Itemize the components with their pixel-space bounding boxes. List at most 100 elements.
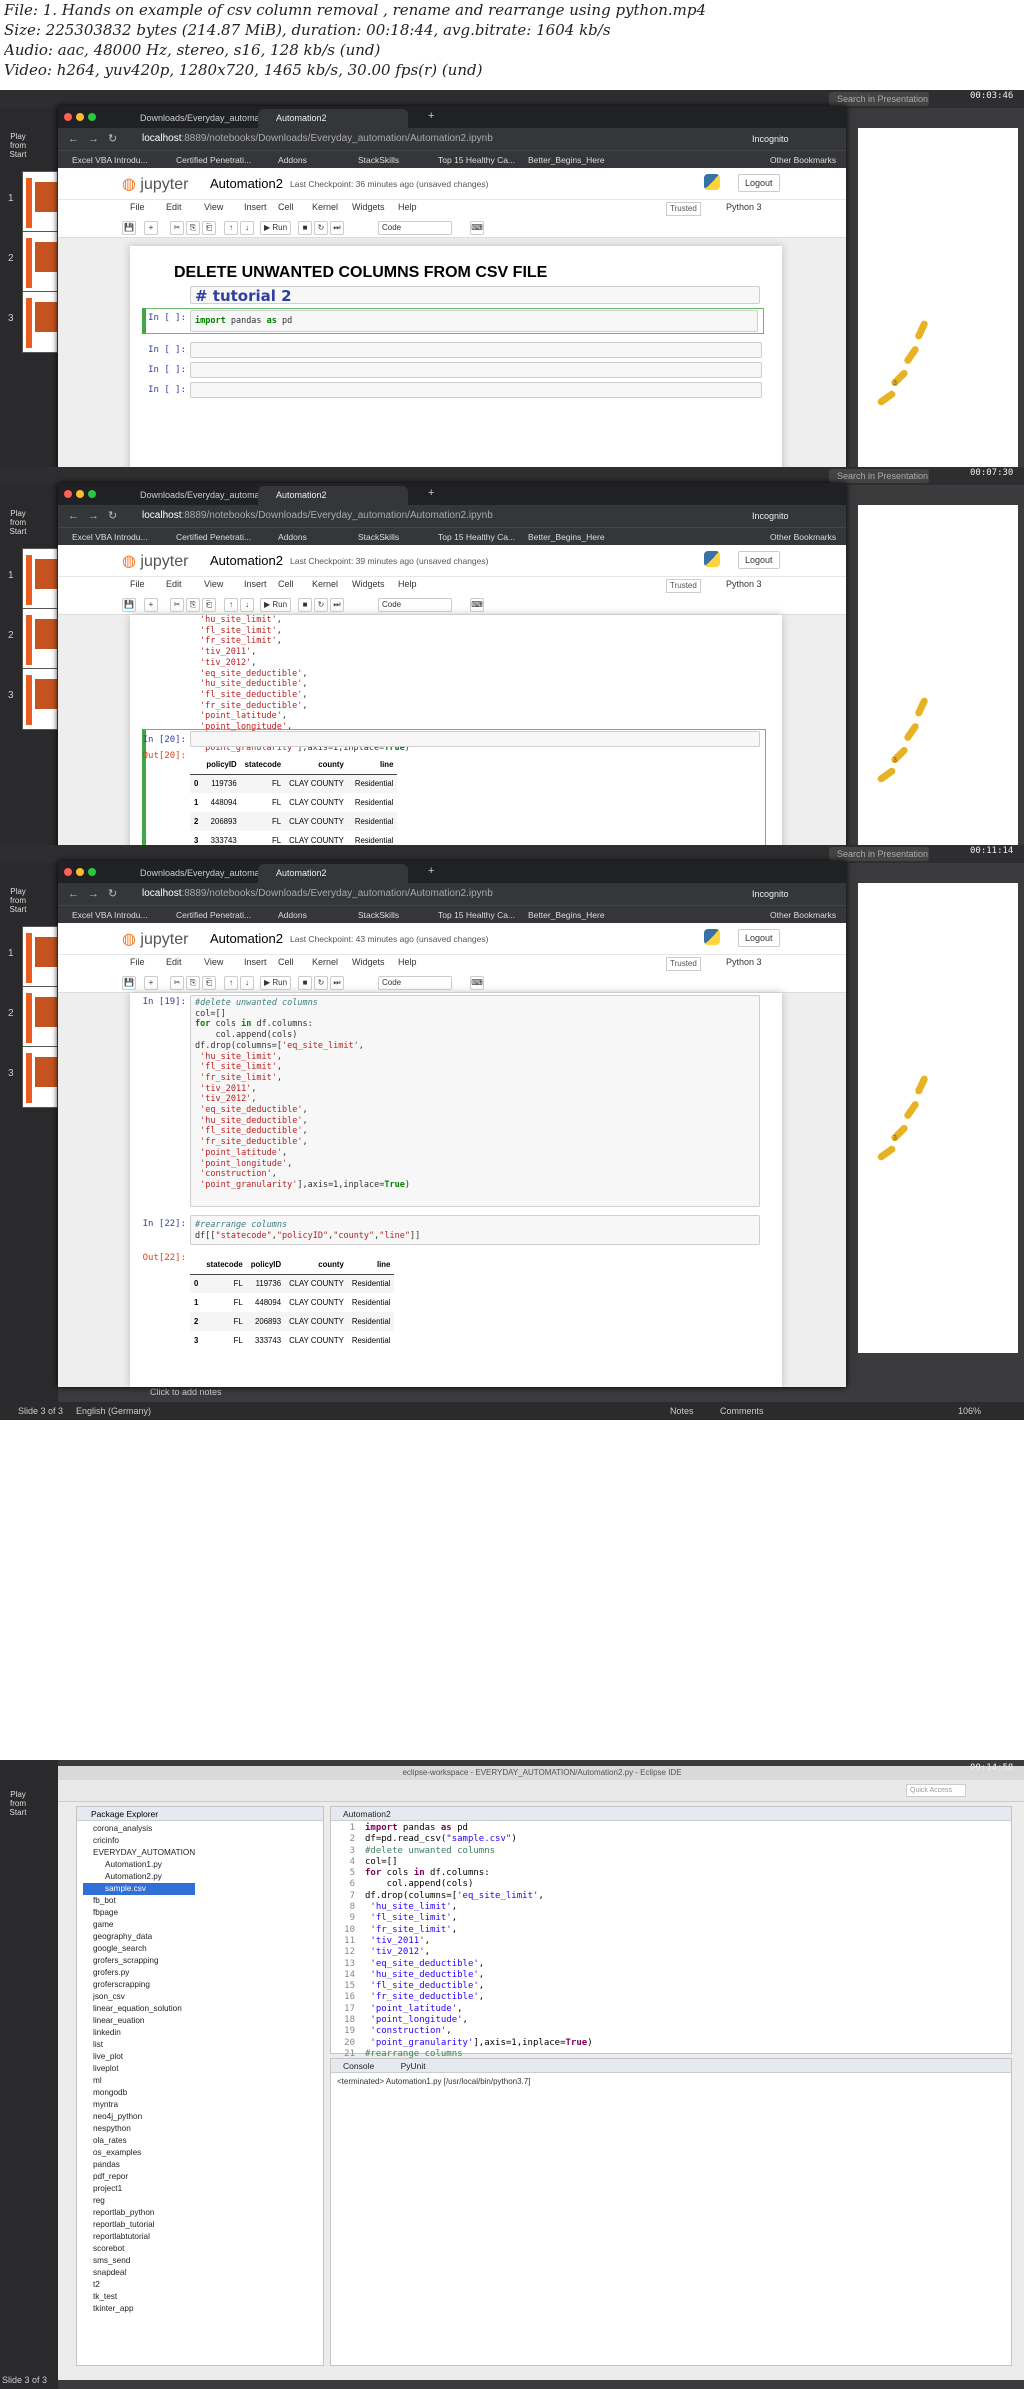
code-cell-input[interactable] bbox=[190, 731, 760, 747]
browser-tab-automation2[interactable]: Automation2 bbox=[258, 486, 408, 505]
paste-icon[interactable]: ⎗ bbox=[202, 221, 216, 235]
tree-item[interactable]: nespython bbox=[83, 2123, 195, 2135]
code-cell-input[interactable]: #rearrange columns df[["statecode","polic… bbox=[190, 1215, 760, 1245]
tree-item[interactable]: grofers.py bbox=[83, 1967, 195, 1979]
restart-run-icon[interactable]: ⏭ bbox=[330, 221, 344, 235]
search-presentation-input[interactable]: Search in Presentation bbox=[829, 92, 929, 106]
tree-item[interactable]: pandas bbox=[83, 2159, 195, 2171]
play-from-start[interactable]: Play from Start bbox=[6, 887, 30, 914]
restart-icon[interactable]: ↻ bbox=[314, 976, 328, 990]
tree-item[interactable]: scorebot bbox=[83, 2243, 195, 2255]
menu-file[interactable]: File bbox=[130, 579, 145, 589]
jupyter-logo[interactable]: ◍ jupyter bbox=[122, 929, 188, 949]
slide-thumbnail-1[interactable] bbox=[22, 171, 58, 233]
keyboard-icon[interactable]: ⌨ bbox=[470, 976, 484, 990]
stop-icon[interactable]: ■ bbox=[298, 598, 312, 612]
package-explorer-tab[interactable]: Package Explorer bbox=[77, 1807, 323, 1821]
menu-kernel[interactable]: Kernel bbox=[312, 579, 338, 589]
browser-tab-downloads[interactable]: Downloads/Everyday_automati bbox=[122, 486, 264, 505]
window-control-icon[interactable] bbox=[76, 868, 84, 876]
copy-icon[interactable]: ⎘ bbox=[186, 976, 200, 990]
play-from-start[interactable]: Play from Start bbox=[6, 1790, 30, 1817]
tree-item[interactable]: fb_bot bbox=[83, 1895, 195, 1907]
move-up-icon[interactable]: ↑ bbox=[224, 976, 238, 990]
menu-cell[interactable]: Cell bbox=[278, 957, 294, 967]
reload-icon[interactable]: ↻ bbox=[108, 887, 117, 901]
menu-view[interactable]: View bbox=[204, 579, 223, 589]
console-tab[interactable]: Console bbox=[343, 2061, 374, 2071]
restart-icon[interactable]: ↻ bbox=[314, 598, 328, 612]
bookmark-item[interactable]: Top 15 Healthy Ca... bbox=[438, 908, 515, 922]
tree-item[interactable]: Automation2.py bbox=[83, 1871, 195, 1883]
window-control-icon[interactable] bbox=[64, 868, 72, 876]
pyunit-tab[interactable]: PyUnit bbox=[401, 2061, 426, 2071]
tree-item[interactable]: list bbox=[83, 2039, 195, 2051]
reload-icon[interactable]: ↻ bbox=[108, 509, 117, 523]
tree-item[interactable]: myntra bbox=[83, 2099, 195, 2111]
keyboard-icon[interactable]: ⌨ bbox=[470, 221, 484, 235]
editor-tab[interactable]: Automation2 bbox=[331, 1807, 1011, 1821]
slide-thumbnail-3[interactable] bbox=[22, 1046, 58, 1108]
tree-item[interactable]: corona_analysis bbox=[83, 1823, 195, 1835]
paste-icon[interactable]: ⎗ bbox=[202, 598, 216, 612]
bookmark-item[interactable]: Excel VBA Introdu... bbox=[72, 153, 148, 167]
tree-item[interactable]: project1 bbox=[83, 2183, 195, 2195]
tree-item[interactable]: snapdeal bbox=[83, 2267, 195, 2279]
window-control-icon[interactable] bbox=[64, 113, 72, 121]
forward-icon[interactable]: → bbox=[88, 509, 99, 523]
menu-widgets[interactable]: Widgets bbox=[352, 957, 385, 967]
tree-item[interactable]: neo4j_python bbox=[83, 2111, 195, 2123]
bookmark-item[interactable]: Certified Penetrati... bbox=[176, 908, 251, 922]
move-down-icon[interactable]: ↓ bbox=[240, 598, 254, 612]
menu-cell[interactable]: Cell bbox=[278, 202, 294, 212]
bookmark-item[interactable]: Excel VBA Introdu... bbox=[72, 530, 148, 544]
window-control-icon[interactable] bbox=[76, 490, 84, 498]
tree-item[interactable]: reg bbox=[83, 2195, 195, 2207]
bookmark-item[interactable]: Certified Penetrati... bbox=[176, 530, 251, 544]
slide-thumbnail-1[interactable] bbox=[22, 548, 58, 610]
tree-item[interactable]: liveplot bbox=[83, 2063, 195, 2075]
other-bookmarks[interactable]: Other Bookmarks bbox=[770, 908, 836, 922]
window-control-icon[interactable] bbox=[88, 490, 96, 498]
empty-code-cell[interactable] bbox=[190, 362, 762, 378]
editor-code[interactable]: import pandas as pd df=pd.read_csv("sampl… bbox=[365, 1823, 593, 2060]
restart-run-icon[interactable]: ⏭ bbox=[330, 598, 344, 612]
forward-icon[interactable]: → bbox=[88, 887, 99, 901]
menu-edit[interactable]: Edit bbox=[166, 202, 182, 212]
move-down-icon[interactable]: ↓ bbox=[240, 976, 254, 990]
tree-item[interactable]: groferscrapping bbox=[83, 1979, 195, 1991]
notes-button[interactable]: Notes bbox=[670, 1402, 694, 1420]
tree-item[interactable]: game bbox=[83, 1919, 195, 1931]
menu-edit[interactable]: Edit bbox=[166, 957, 182, 967]
menu-insert[interactable]: Insert bbox=[244, 579, 267, 589]
copy-icon[interactable]: ⎘ bbox=[186, 221, 200, 235]
menu-help[interactable]: Help bbox=[398, 579, 417, 589]
code-editor[interactable]: Automation2 1 2 3 4 5 6 7 8 9 10 11 12 1… bbox=[330, 1806, 1012, 2059]
browser-tab-automation2[interactable]: Automation2 bbox=[258, 109, 408, 128]
new-tab-icon[interactable]: + bbox=[428, 865, 434, 877]
menu-widgets[interactable]: Widgets bbox=[352, 579, 385, 589]
menu-help[interactable]: Help bbox=[398, 957, 417, 967]
slide-thumbnail-1[interactable] bbox=[22, 926, 58, 988]
back-icon[interactable]: ← bbox=[68, 509, 79, 523]
run-button[interactable]: ▶ Run bbox=[260, 221, 292, 235]
window-control-icon[interactable] bbox=[88, 868, 96, 876]
run-button[interactable]: ▶ Run bbox=[260, 598, 292, 612]
empty-code-cell[interactable] bbox=[190, 342, 762, 358]
tree-item[interactable]: geography_data bbox=[83, 1931, 195, 1943]
notebook-title[interactable]: Automation2 bbox=[210, 931, 283, 946]
tree-item[interactable]: fbpage bbox=[83, 1907, 195, 1919]
add-cell-icon[interactable]: + bbox=[144, 976, 158, 990]
bookmark-item[interactable]: Top 15 Healthy Ca... bbox=[438, 153, 515, 167]
play-from-start[interactable]: Play from Start bbox=[6, 509, 30, 536]
menu-view[interactable]: View bbox=[204, 957, 223, 967]
restart-run-icon[interactable]: ⏭ bbox=[330, 976, 344, 990]
window-control-icon[interactable] bbox=[64, 490, 72, 498]
tree-item[interactable]: linkedin bbox=[83, 2027, 195, 2039]
forward-icon[interactable]: → bbox=[88, 132, 99, 146]
cut-icon[interactable]: ✂ bbox=[170, 598, 184, 612]
save-icon[interactable]: 💾 bbox=[122, 598, 136, 612]
menu-kernel[interactable]: Kernel bbox=[312, 957, 338, 967]
stop-icon[interactable]: ■ bbox=[298, 221, 312, 235]
other-bookmarks[interactable]: Other Bookmarks bbox=[770, 530, 836, 544]
